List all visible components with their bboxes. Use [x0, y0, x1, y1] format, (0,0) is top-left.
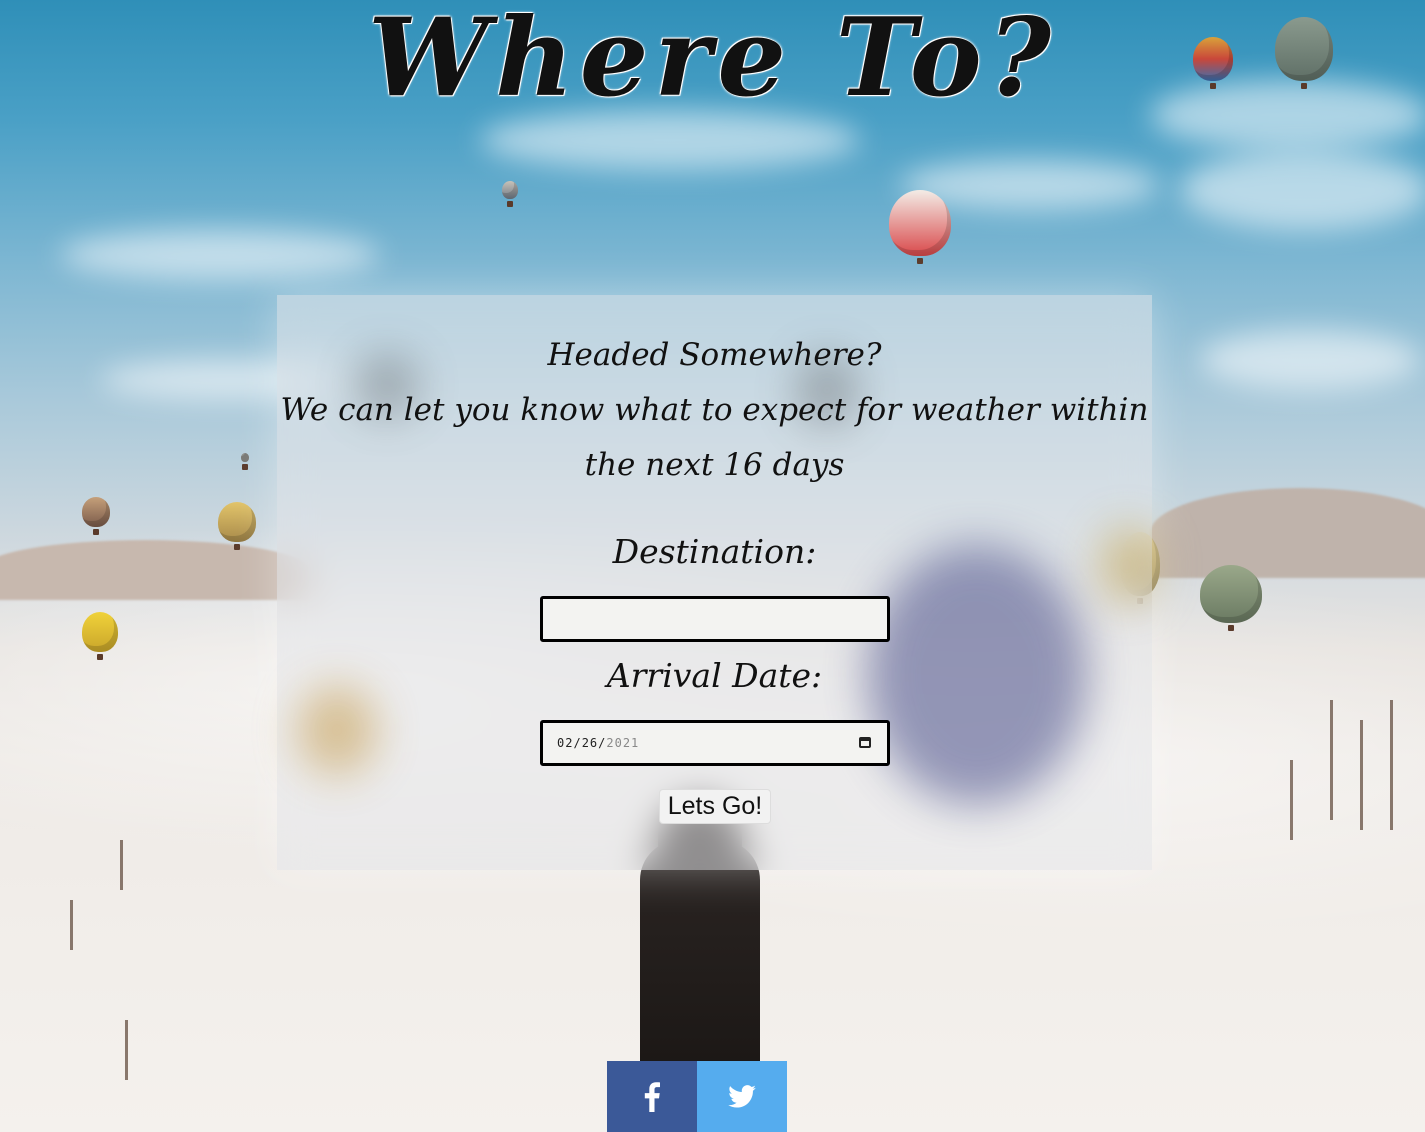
hot-air-balloon — [241, 453, 249, 470]
cloud — [1200, 330, 1420, 390]
page-title: Where To? — [367, 0, 1058, 121]
tree — [125, 1020, 128, 1080]
facebook-share-button[interactable] — [607, 1061, 697, 1132]
tree — [120, 840, 123, 890]
arrival-date-label: Arrival Date: — [606, 656, 823, 695]
intro-heading: Headed Somewhere? — [547, 337, 882, 373]
hot-air-balloon — [218, 502, 256, 550]
hot-air-balloon — [82, 497, 110, 535]
tree — [70, 900, 73, 950]
twitter-icon — [728, 1085, 756, 1108]
mountain — [0, 540, 310, 600]
facebook-icon — [644, 1081, 660, 1112]
tree — [1390, 700, 1393, 830]
mountain — [1150, 488, 1425, 578]
arrival-date-input[interactable]: 02/26/2021 — [540, 720, 890, 766]
intro-description: We can let you know what to expect for w… — [280, 392, 1149, 483]
arrival-date-year[interactable]: 2021 — [606, 736, 639, 750]
cloud — [60, 230, 380, 280]
destination-label: Destination: — [612, 532, 817, 571]
hot-air-balloon — [502, 181, 518, 207]
panel-blur-blob — [297, 685, 377, 775]
arrival-date-month[interactable]: 02 — [557, 736, 573, 750]
intro-text: Headed Somewhere? We can let you know wh… — [277, 328, 1152, 493]
arrival-date-value: 02/26/2021 — [557, 736, 640, 750]
hot-air-balloon — [82, 612, 118, 660]
cloud — [1180, 150, 1425, 230]
destination-input[interactable] — [540, 596, 890, 642]
tree — [1330, 700, 1333, 820]
lets-go-button[interactable]: Lets Go! — [659, 789, 771, 824]
tree — [1290, 760, 1293, 840]
tree — [1360, 720, 1363, 830]
calendar-icon[interactable] — [859, 737, 871, 748]
arrival-date-day[interactable]: 26 — [582, 736, 598, 750]
person-silhouette — [640, 840, 760, 1080]
hot-air-balloon — [1200, 565, 1262, 631]
hot-air-balloon — [889, 190, 951, 264]
twitter-share-button[interactable] — [697, 1061, 787, 1132]
